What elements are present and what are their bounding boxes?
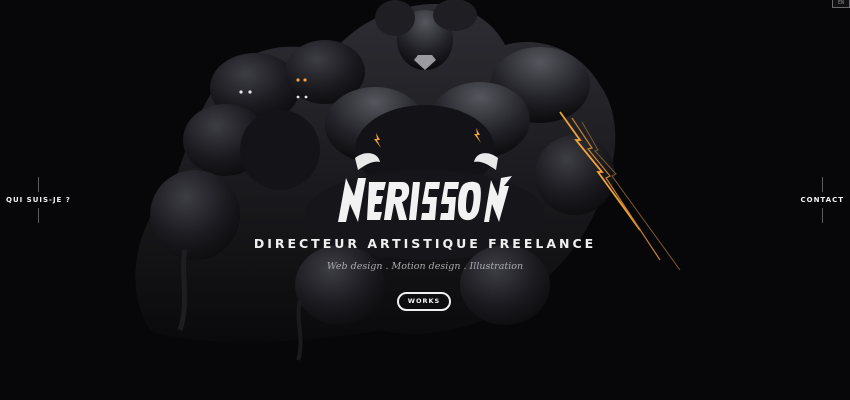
eye-glow <box>296 95 300 99</box>
nav-about-link[interactable]: QUI SUIS-JE ? <box>6 175 71 225</box>
eye-glow <box>248 90 252 94</box>
smoke-lobe <box>460 245 550 325</box>
nav-contact-link[interactable]: CONTACT <box>800 175 844 225</box>
hero-stage: EN QUI SUIS-JE ? CONTACT DIRECTEUR ARTIS… <box>0 0 850 400</box>
nav-contact-label: CONTACT <box>800 196 844 204</box>
eye-glow <box>296 78 300 82</box>
works-button[interactable]: WORKS <box>397 292 451 311</box>
smoke-lobe <box>240 110 320 190</box>
eye-glow <box>304 95 308 99</box>
nav-tick-top <box>821 177 823 192</box>
nav-tick-bottom <box>37 208 39 223</box>
hero-tagline: DIRECTEUR ARTISTIQUE FREELANCE <box>253 236 597 251</box>
smoke-drip <box>296 299 303 361</box>
language-switch[interactable]: EN <box>832 0 850 8</box>
eye-glow <box>239 90 243 94</box>
eye-glow <box>303 78 307 82</box>
nav-about-label: QUI SUIS-JE ? <box>6 196 71 204</box>
smoke-lobe <box>295 245 385 325</box>
smoke-lobe <box>433 0 477 31</box>
smoke-lobe <box>535 135 615 215</box>
smoke-lobe <box>375 0 415 36</box>
hero-subtitle: Web design . Motion design . Illustratio… <box>326 261 524 272</box>
nav-tick-bottom <box>821 208 823 223</box>
nerisson-logo <box>338 176 512 222</box>
nav-tick-top <box>37 177 39 192</box>
